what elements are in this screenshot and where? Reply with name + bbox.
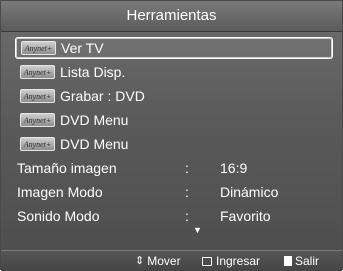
anynet-logo-icon: Anynet+: [20, 137, 55, 151]
footer-help-bar: ⇕ Mover Ingresar Salir: [1, 250, 342, 271]
setting-value: Dinámico: [220, 184, 279, 200]
setting-label: Sonido Modo: [17, 208, 100, 224]
menu-item-label: DVD Menu: [60, 136, 129, 152]
move-label: Mover: [147, 254, 181, 268]
setting-label: Tamaño imagen: [17, 160, 117, 176]
up-down-arrow-icon: ⇕: [135, 255, 145, 267]
setting-colon: :: [185, 208, 189, 224]
setting-imagen-modo[interactable]: Imagen Modo : Dinámico: [15, 181, 333, 203]
menu-item-label: DVD Menu: [60, 112, 129, 128]
exit-hint: Salir: [284, 251, 319, 271]
exit-label: Salir: [295, 254, 320, 268]
setting-colon: :: [185, 184, 189, 200]
menu-item-dvd-menu-2[interactable]: Anynet+ DVD Menu: [15, 133, 333, 155]
menu-item-label: Ver TV: [61, 40, 104, 56]
anynet-logo-icon: Anynet+: [20, 113, 55, 127]
anynet-logo-icon: Anynet+: [20, 89, 55, 103]
menu-list: Anynet+ Ver TV Anynet+ Lista Disp. Anyne…: [15, 37, 333, 229]
menu-item-label: Lista Disp.: [60, 64, 126, 80]
setting-colon: :: [185, 160, 189, 176]
menu-item-grabar-dvd[interactable]: Anynet+ Grabar : DVD: [15, 85, 333, 107]
exit-icon: [284, 256, 292, 266]
setting-tamano-imagen[interactable]: Tamaño imagen : 16:9: [15, 157, 333, 179]
move-hint: ⇕ Mover: [135, 251, 181, 271]
setting-value: Favorito: [220, 208, 271, 224]
enter-hint: Ingresar: [202, 251, 260, 271]
enter-label: Ingresar: [216, 254, 261, 268]
menu-item-ver-tv[interactable]: Anynet+ Ver TV: [15, 37, 333, 59]
menu-title: Herramientas: [1, 1, 342, 32]
menu-item-dvd-menu-1[interactable]: Anynet+ DVD Menu: [15, 109, 333, 131]
menu-item-lista-disp[interactable]: Anynet+ Lista Disp.: [15, 61, 333, 83]
anynet-logo-icon: Anynet+: [20, 65, 55, 79]
enter-icon: [202, 256, 212, 266]
setting-label: Imagen Modo: [17, 184, 103, 200]
setting-sonido-modo[interactable]: Sonido Modo : Favorito: [15, 205, 333, 227]
menu-item-label: Grabar : DVD: [60, 88, 145, 104]
setting-value: 16:9: [220, 160, 248, 176]
scroll-down-icon[interactable]: ▼: [193, 225, 202, 235]
anynet-logo-icon: Anynet+: [21, 41, 56, 55]
tools-menu-panel: Herramientas Anynet+ Ver TV Anynet+ List…: [0, 0, 343, 271]
